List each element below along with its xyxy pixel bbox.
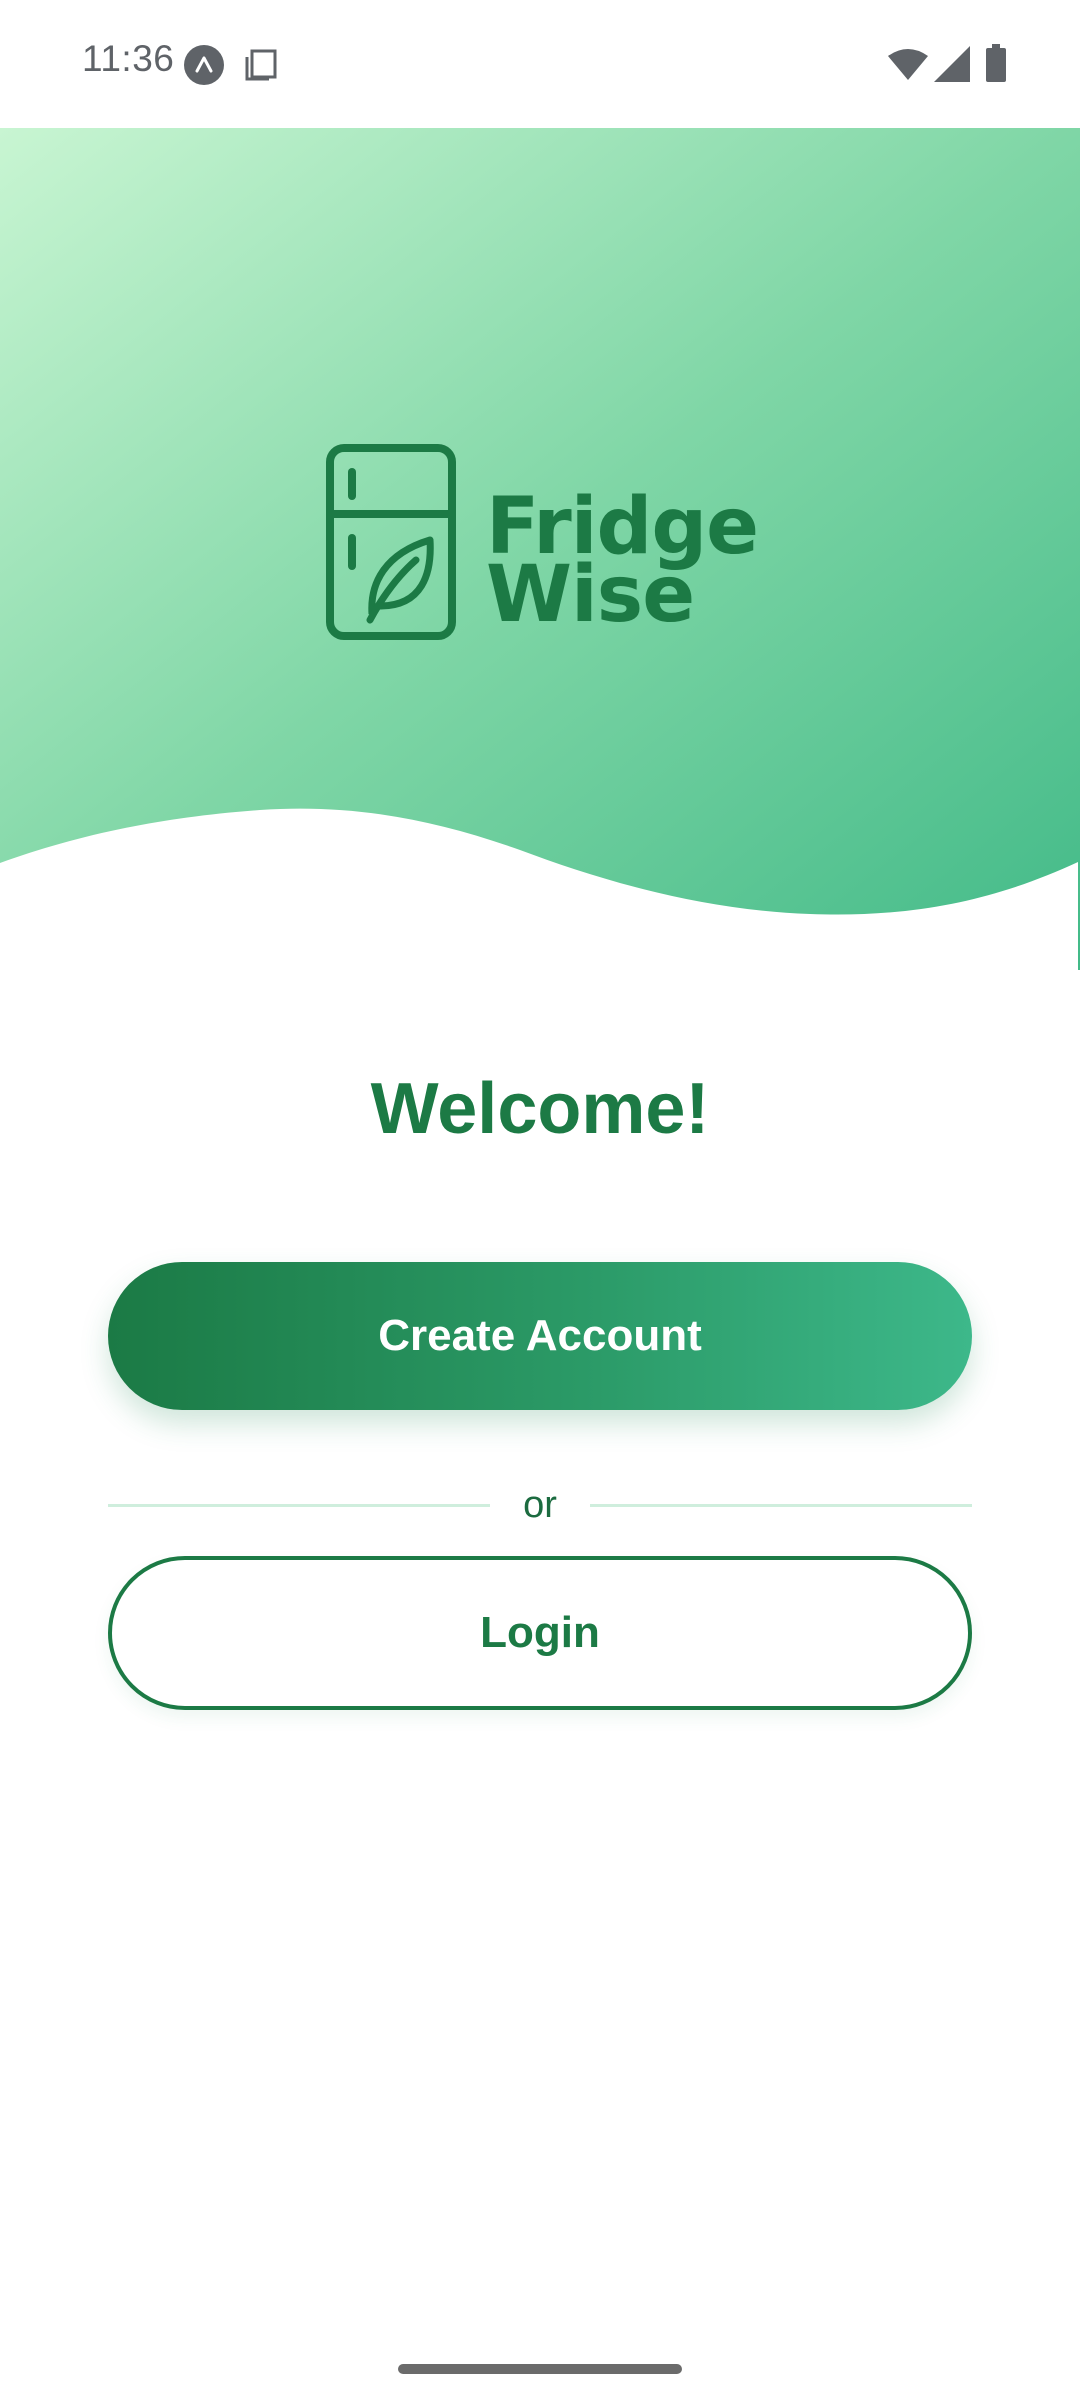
battery-icon xyxy=(986,44,1006,82)
or-divider: or xyxy=(108,1480,972,1540)
divider-line-left xyxy=(108,1504,490,1507)
login-button[interactable]: Login xyxy=(108,1556,972,1710)
app-notification-icon xyxy=(184,45,224,85)
logo-text-wise: Wise xyxy=(486,550,695,640)
divider-label: or xyxy=(523,1484,557,1526)
welcome-title: Welcome! xyxy=(370,1069,710,1149)
app-logo: Fridge Wise xyxy=(326,444,759,640)
status-time: 11:36 xyxy=(82,38,175,79)
create-account-label: Create Account xyxy=(378,1311,702,1360)
status-bar: 11:36 xyxy=(0,0,1080,128)
hero-banner: Fridge Wise xyxy=(0,128,1080,970)
wifi-icon xyxy=(888,48,928,80)
fridge-leaf-icon xyxy=(326,444,456,640)
divider-line-right xyxy=(590,1504,972,1507)
create-account-button[interactable]: Create Account xyxy=(108,1262,972,1410)
copy-icon xyxy=(244,48,278,82)
home-gesture-bar[interactable] xyxy=(398,2364,682,2374)
cell-signal-icon xyxy=(934,46,970,82)
login-label: Login xyxy=(480,1608,600,1657)
